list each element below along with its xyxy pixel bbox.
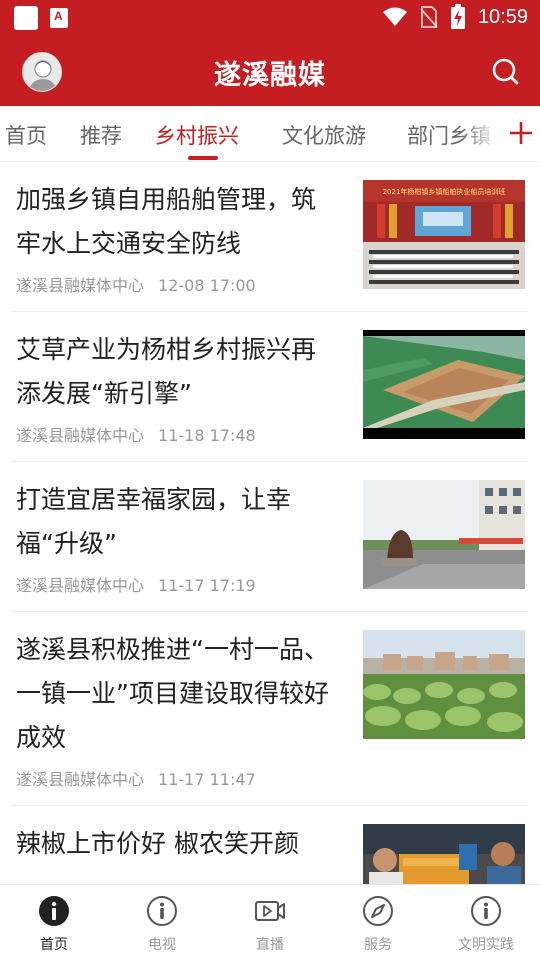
status-bar: 10:59 [0, 0, 540, 36]
article-time: 12-08 17:00 [158, 276, 256, 295]
tab-fade [460, 106, 500, 160]
nav-label: 直播 [256, 937, 284, 953]
plus-icon [510, 122, 532, 144]
nav-label: 电视 [148, 937, 176, 953]
nav-tv[interactable]: 电视 [108, 885, 216, 960]
video-icon [255, 901, 285, 921]
article-thumbnail: 2021年杨柑镇乡镇船舶执业船员培训班 [363, 180, 525, 289]
compass-icon [363, 896, 393, 926]
app-title: 遂溪融媒 [214, 60, 326, 91]
search-icon [492, 58, 519, 85]
article-time: 11-17 11:47 [158, 770, 256, 789]
list-item[interactable]: 艾草产业为杨柑乡村振兴再添发展“新引擎” 遂溪县融媒体中心 11-18 17:48 [12, 312, 528, 462]
cabbage-field-image [363, 630, 525, 739]
article-title: 加强乡镇自用船舶管理，筑牢水上交通安全防线 [16, 185, 317, 258]
article-title: 辣椒上市价好 椒农笑开颜 [16, 829, 299, 858]
article-thumbnail [363, 330, 525, 439]
aerial-farmland-image [363, 330, 525, 439]
article-source: 遂溪县融媒体中心 [16, 576, 145, 595]
search-button[interactable] [490, 56, 520, 86]
nav-civilization-practice[interactable]: 文明实践 [432, 885, 540, 960]
article-meta: 遂溪县融媒体中心 11-18 17:48 [16, 422, 256, 446]
bottom-navigation: 首页 电视 直播 服务 文明实践 [0, 884, 540, 960]
nav-label: 首页 [40, 937, 68, 953]
article-meta: 遂溪县融媒体中心 11-17 11:47 [16, 766, 256, 790]
nav-label: 服务 [364, 937, 392, 953]
article-source: 遂溪县融媒体中心 [16, 426, 145, 445]
article-title: 艾草产业为杨柑乡村振兴再添发展“新引擎” [16, 335, 317, 408]
app-notification-icon [50, 8, 68, 28]
info-icon [471, 896, 501, 926]
notification-icon [14, 6, 38, 30]
app-header: 遂溪融媒 [0, 36, 540, 106]
article-source: 遂溪县融媒体中心 [16, 276, 145, 295]
article-meta: 遂溪县融媒体中心 12-08 17:00 [16, 272, 256, 296]
nav-label: 文明实践 [458, 937, 514, 953]
meeting-hall-image: 2021年杨柑镇乡镇船舶执业船员培训班 [363, 180, 525, 289]
info-icon [39, 896, 69, 926]
nav-services[interactable]: 服务 [324, 885, 432, 960]
add-channel-button[interactable] [496, 106, 540, 160]
article-title: 打造宜居幸福家园，让幸福“升级” [16, 485, 292, 558]
article-title: 遂溪县积极推进“一村一品、一镇一业”项目建设取得较好成效 [16, 635, 329, 752]
tab-home[interactable]: 首页 [5, 120, 47, 150]
tab-rural-revitalization[interactable]: 乡村振兴 [155, 120, 239, 150]
status-time: 10:59 [477, 5, 528, 28]
list-item[interactable]: 加强乡镇自用船舶管理，筑牢水上交通安全防线 遂溪县融媒体中心 12-08 17:0… [12, 162, 528, 312]
article-time: 11-17 17:19 [158, 576, 256, 595]
no-sim-icon [420, 6, 438, 28]
article-time: 11-18 17:48 [158, 426, 256, 445]
article-thumbnail [363, 630, 525, 739]
article-meta: 遂溪县融媒体中心 11-17 17:19 [16, 572, 256, 596]
list-item[interactable]: 打造宜居幸福家园，让幸福“升级” 遂溪县融媒体中心 11-17 17:19 [12, 462, 528, 612]
nav-home[interactable]: 首页 [0, 885, 108, 960]
thumb-banner-text: 2021年杨柑镇乡镇船舶执业船员培训班 [383, 187, 506, 196]
list-item[interactable]: 辣椒上市价好 椒农笑开颜 [12, 806, 528, 884]
info-icon [147, 896, 177, 926]
list-item[interactable]: 遂溪县积极推进“一村一品、一镇一业”项目建设取得较好成效 遂溪县融媒体中心 11-… [12, 612, 528, 806]
battery-charging-icon [450, 4, 465, 29]
pepper-market-image [363, 824, 525, 884]
active-tab-indicator [188, 156, 218, 160]
wifi-icon [382, 7, 407, 26]
tab-recommend[interactable]: 推荐 [80, 120, 122, 150]
nav-live[interactable]: 直播 [216, 885, 324, 960]
channel-tabs: 首页 推荐 乡村振兴 文化旅游 部门乡镇 [0, 106, 540, 162]
tab-culture-tourism[interactable]: 文化旅游 [282, 120, 366, 150]
article-source: 遂溪县融媒体中心 [16, 770, 145, 789]
village-square-image [363, 480, 525, 589]
article-thumbnail [363, 824, 525, 884]
article-list: 加强乡镇自用船舶管理，筑牢水上交通安全防线 遂溪县融媒体中心 12-08 17:0… [0, 162, 540, 884]
article-thumbnail [363, 480, 525, 589]
